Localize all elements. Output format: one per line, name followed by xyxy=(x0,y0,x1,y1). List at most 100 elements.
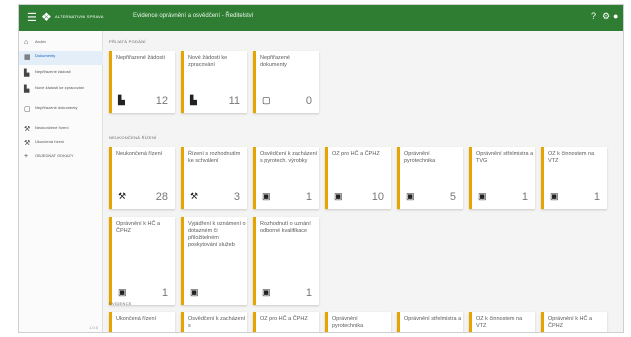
card-count: 1 xyxy=(305,287,312,299)
sidebar-item-label: Nové žádosti ke zpracování xyxy=(35,85,85,90)
card-evidence-oz-hc[interactable]: OZ pro HČ a ČPHZ xyxy=(253,312,319,332)
file-outline-icon: ▢ xyxy=(262,95,271,105)
card-title: Ukončená řízení xyxy=(116,316,157,322)
image-icon: ▣ xyxy=(478,191,487,201)
card-title: OZ pro HČ a ČPHZ xyxy=(332,151,380,157)
image-icon: ▣ xyxy=(334,191,343,201)
image-icon: ▣ xyxy=(406,191,415,201)
card-count: 10 xyxy=(371,191,384,203)
sidebar-item-dokumenty[interactable]: ▦ Dokumenty xyxy=(19,51,103,65)
card-count: 1 xyxy=(161,287,168,299)
image-icon: ▣ xyxy=(262,287,271,297)
home-icon: ⌂ xyxy=(24,39,29,46)
card-count: 5 xyxy=(449,191,456,203)
card-vyjadreni-oznameni[interactable]: Vyjádření k oznámení o dotazném či přilo… xyxy=(181,217,247,305)
plus-icon: + xyxy=(24,153,29,160)
sidebar-item-archiv[interactable]: ⌂ Archiv xyxy=(19,37,103,51)
card-title: OZ pro HČ a ČPHZ xyxy=(260,316,308,322)
card-title: Oprávnění k HČ a ČPHZ xyxy=(116,221,161,234)
card-count: 28 xyxy=(155,191,168,203)
card-title: Oprávnění střelmistra a TVG xyxy=(476,151,534,164)
card-title: Oprávnění pyrotechnika xyxy=(332,316,364,329)
sidebar-item-objednat-odkazy[interactable]: + OBJEDNAT ODKAZY xyxy=(19,151,103,165)
sidebar-item-neprirazene-zadosti[interactable]: ▙ Nepřiřazené žádosti xyxy=(19,67,103,81)
card-title: Rozhodnutí o uznání odborné kvalifikace xyxy=(260,221,311,234)
card-oz-hc-cphz[interactable]: OZ pro HČ a ČPHZ ▣ 10 xyxy=(325,147,391,209)
sidebar: ⌂ Archiv ▦ Dokumenty ▙ Nepřiřazené žádos… xyxy=(19,31,103,332)
card-evidence-osvedceni[interactable]: Osvědčení k zacházení s xyxy=(181,312,247,332)
card-neprirazene-zadosti[interactable]: Nepřiřazené žádosti ▙ 12 xyxy=(109,51,175,113)
sidebar-item-neprirazene-dokumenty[interactable]: ▢ Nepřiřazené dokumenty xyxy=(19,103,103,117)
sidebar-item-label: Archiv xyxy=(35,39,47,44)
gavel-icon: ⚒ xyxy=(118,191,127,201)
card-title: Vyjádření k oznámení o dotazném či přilo… xyxy=(188,221,246,248)
card-nove-zadosti[interactable]: Nové žádosti ke zpracování ▙ 11 xyxy=(181,51,247,113)
sidebar-item-label: OBJEDNAT ODKAZY xyxy=(35,153,74,158)
card-title: Oprávnění k HČ a ČPHZ xyxy=(548,316,593,329)
gavel-icon: ⚒ xyxy=(24,140,31,147)
card-opravneni-hc-cphz[interactable]: Oprávnění k HČ a ČPHZ ▣ 1 xyxy=(109,217,175,305)
card-evidence-opravneni-hc[interactable]: Oprávnění k HČ a ČPHZ xyxy=(541,312,607,332)
card-count: 0 xyxy=(305,95,312,107)
section-title-neukoncena-rizeni: NEUKONČENÁ ŘÍZENÍ xyxy=(109,135,157,140)
card-count: 12 xyxy=(155,95,168,107)
document-icon: ▙ xyxy=(190,95,197,105)
sidebar-item-label: Nepřiřazené dokumenty xyxy=(35,105,78,110)
card-title: Neukončená řízení xyxy=(116,151,163,157)
card-neprirazene-dokumenty[interactable]: Nepřiřazené dokumenty ▢ 0 xyxy=(253,51,319,113)
section-title-evidence: EVIDENCE xyxy=(109,301,132,306)
card-neukoncena-rizeni[interactable]: Neukončená řízení ⚒ 28 xyxy=(109,147,175,209)
file-outline-icon: ▢ xyxy=(24,106,31,113)
main-content: PŘIJATÁ PODÁNÍ Nepřiřazené žádosti ▙ 12 … xyxy=(103,31,623,332)
card-count: 1 xyxy=(305,191,312,203)
card-count: 3 xyxy=(233,191,240,203)
card-title: Nepřiřazené dokumenty xyxy=(260,55,290,68)
image-icon: ▣ xyxy=(262,191,271,201)
card-title: Oprávnění pyrotechnika xyxy=(404,151,436,164)
sidebar-item-label: Dokumenty xyxy=(35,53,56,58)
card-oz-vtz[interactable]: OZ k činnostem na VTZ ▣ 1 xyxy=(541,147,607,209)
card-opravneni-pyrotechnika[interactable]: Oprávnění pyrotechnika ▣ 5 xyxy=(397,147,463,209)
image-icon: ▣ xyxy=(118,287,127,297)
app-window: ☰ ❖ ALTERNATIVNI SPRAVA Evidence oprávně… xyxy=(18,4,624,333)
card-evidence-pyrotechnika[interactable]: Oprávnění pyrotechnika xyxy=(325,312,391,332)
document-icon: ▙ xyxy=(118,95,125,105)
image-icon: ▣ xyxy=(190,287,199,297)
settings-icon[interactable]: ⚙ xyxy=(602,11,610,22)
top-bar: ☰ ❖ ALTERNATIVNI SPRAVA Evidence oprávně… xyxy=(19,5,623,31)
sidebar-item-neukoncena-rizeni[interactable]: ⚒ Neukončené řízení xyxy=(19,123,103,137)
card-title: Nové žádosti ke zpracování xyxy=(188,55,228,68)
card-title: Osvědčení k zacházení s pyrotech. výrobk… xyxy=(260,151,318,164)
card-opravneni-strelmistra[interactable]: Oprávnění střelmistra a TVG ▣ 1 xyxy=(469,147,535,209)
card-uznani-kvalifikace[interactable]: Rozhodnutí o uznání odborné kvalifikace … xyxy=(253,217,319,305)
logo-icon: ❖ xyxy=(41,10,52,24)
sidebar-item-label: Nepřiřazené žádosti xyxy=(35,69,71,74)
card-count: 11 xyxy=(228,95,240,107)
card-osvedceni-pyrotech[interactable]: Osvědčení k zacházení s pyrotech. výrobk… xyxy=(253,147,319,209)
list-icon: ▦ xyxy=(24,54,31,61)
card-count: 1 xyxy=(593,191,600,203)
card-ukoncena-rizeni[interactable]: Ukončená řízení xyxy=(109,312,175,332)
help-icon[interactable]: ? xyxy=(591,11,596,21)
sidebar-item-nove-zadosti[interactable]: ▙ Nové žádosti ke zpracování xyxy=(19,83,103,97)
account-icon[interactable]: ● xyxy=(613,11,618,21)
gavel-icon: ⚒ xyxy=(190,191,199,201)
page-title: Evidence oprávnění a osvědčení - Ředitel… xyxy=(133,13,254,19)
card-title: Řízení s rozhodnutím ke schválení xyxy=(188,151,241,164)
sidebar-item-ukoncena-rizeni[interactable]: ⚒ Ukončená řízení xyxy=(19,137,103,151)
document-icon: ▙ xyxy=(24,70,30,77)
card-evidence-oz-vtz[interactable]: OZ k činnostem na VTZ xyxy=(469,312,535,332)
card-title: Oprávnění střelmistra a xyxy=(404,316,462,322)
gavel-icon: ⚒ xyxy=(24,126,31,133)
logo-text: ALTERNATIVNI SPRAVA xyxy=(55,14,104,19)
section-title-prijata-podani: PŘIJATÁ PODÁNÍ xyxy=(109,39,146,44)
menu-icon[interactable]: ☰ xyxy=(27,11,37,24)
card-title: Nepřiřazené žádosti xyxy=(116,55,165,61)
sidebar-item-label: Ukončená řízení xyxy=(35,139,65,144)
image-icon: ▣ xyxy=(550,191,559,201)
card-title: Osvědčení k zacházení s xyxy=(188,316,246,329)
card-evidence-strelmistra[interactable]: Oprávnění střelmistra a xyxy=(397,312,463,332)
card-rizeni-ke-schvaleni[interactable]: Řízení s rozhodnutím ke schválení ⚒ 3 xyxy=(181,147,247,209)
card-count: 1 xyxy=(521,191,528,203)
sidebar-item-label: Neukončené řízení xyxy=(35,125,69,130)
